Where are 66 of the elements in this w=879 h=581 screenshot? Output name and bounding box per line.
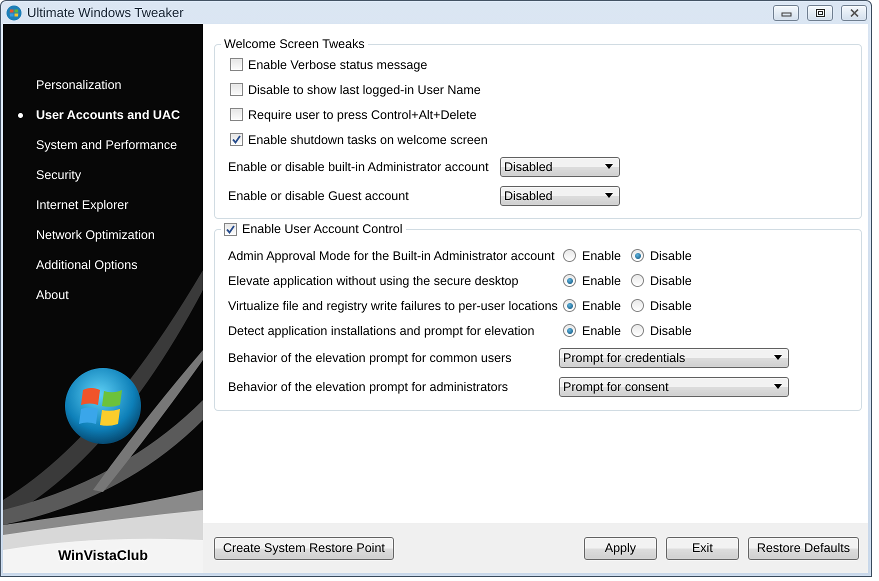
checkbox-label: Require user to press Control+Alt+Delete [248,108,477,122]
sidebar-item[interactable]: Network Optimization [3,220,203,250]
minimize-button[interactable] [773,4,799,20]
radio-label: Enable [582,324,621,338]
brand-label: WinVistaClub [58,547,148,563]
dropdown[interactable]: Disabled [500,156,620,176]
action-button[interactable]: Exit [666,536,739,560]
caret-icon [605,164,613,169]
setting-label: Admin Approval Mode for the Built-in Administrator account [228,248,556,262]
check-icon [232,135,241,144]
setting-label: Detect application installations and prompt for elevation [228,324,536,338]
action-button[interactable]: Create System Restore Point [214,536,394,560]
close-button[interactable] [841,4,867,20]
caret-icon [774,355,782,360]
caret-icon [605,193,613,198]
checkbox[interactable] [230,133,243,146]
checkbox-label: Enable User Account Control [242,221,403,237]
dropdown[interactable]: Disabled [500,186,620,206]
action-button[interactable]: Restore Defaults [748,536,859,560]
checkbox[interactable] [230,108,243,121]
radio-button[interactable] [631,274,644,287]
radio-label: Disable [650,248,692,262]
checkbox[interactable] [230,58,243,71]
caret-icon [774,384,782,389]
dropdown[interactable]: Prompt for credentials [559,348,789,368]
app-icon [6,4,22,20]
checkbox-label: Disable to show last logged-in User Name [248,82,481,96]
radio-label: Disable [650,274,692,288]
sidebar-item[interactable]: Internet Explorer [3,190,203,220]
action-button[interactable]: Apply [584,536,657,560]
orb-logo-icon [63,366,143,446]
setting-label: Behavior of the elevation prompt for administrators [228,380,509,394]
maximize-icon [814,8,826,16]
sidebar-item[interactable]: About [3,280,203,310]
radio-button[interactable] [563,274,576,287]
setting-label: Enable or disable Guest account [228,188,410,202]
checkbox[interactable] [230,83,243,96]
check-icon [226,224,235,234]
radio-button[interactable] [563,299,576,312]
sidebar-item[interactable]: Additional Options [3,250,203,280]
checkbox-label: Enable shutdown tasks on welcome screen [248,132,488,146]
checkbox[interactable] [224,222,237,236]
dropdown[interactable]: Prompt for consent [559,376,789,396]
radio-button[interactable] [631,324,644,337]
radio-button[interactable] [631,249,644,262]
radio-label: Enable [582,274,621,288]
bullet-icon [18,113,23,118]
checkbox-label: Enable Verbose status message [248,58,428,72]
sidebar-item[interactable]: Security [3,160,203,190]
radio-button[interactable] [563,324,576,337]
sidebar-item[interactable]: User Accounts and UAC [3,100,203,130]
radio-label: Disable [650,324,692,338]
close-icon [848,8,860,16]
setting-label: Enable or disable built-in Administrator account [228,160,490,174]
sidebar-item[interactable]: System and Performance [3,130,203,160]
radio-label: Enable [582,248,621,262]
maximize-button[interactable] [807,4,833,20]
setting-label: Virtualize file and registry write failures to per-user locations [228,298,559,312]
setting-label: Elevate application without using the secure desktop [228,274,520,288]
setting-label: Behavior of the elevation prompt for common users [228,350,512,364]
radio-label: Disable [650,298,692,312]
radio-label: Enable [582,298,621,312]
sidebar-item[interactable]: Personalization [3,70,203,100]
window-title: Ultimate Windows Tweaker [27,5,184,20]
radio-button[interactable] [631,299,644,312]
radio-button[interactable] [563,249,576,262]
